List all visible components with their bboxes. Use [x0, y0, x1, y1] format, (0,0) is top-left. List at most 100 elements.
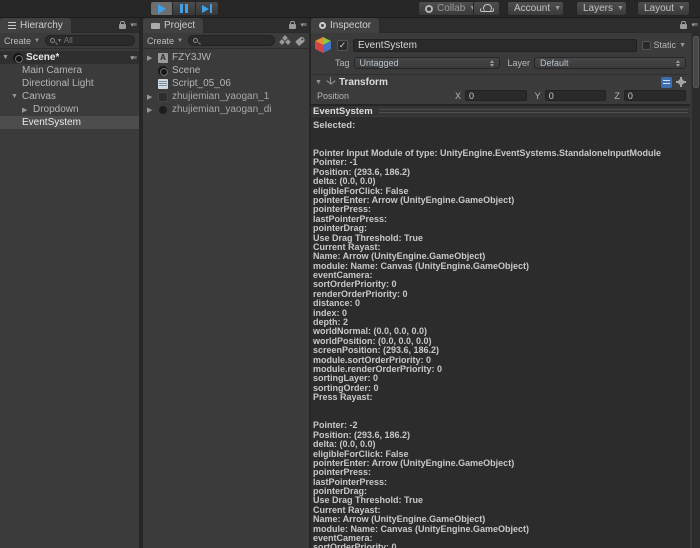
transform-foldout[interactable]: ▼ — [315, 79, 322, 86]
gear-icon[interactable] — [676, 77, 686, 87]
project-item-scene[interactable]: Scene — [143, 64, 309, 77]
item-foldout[interactable]: ▶ — [147, 93, 152, 101]
project-tree: ▶ A FZY3JW Scene Script_05_06 ▶ zhujiemi… — [143, 49, 309, 116]
panel-menu-icon[interactable]: ▾≡ — [130, 21, 136, 29]
hierarchy-toolbar: Create▼ ▼ All — [0, 33, 139, 49]
position-y-field[interactable]: 0 — [545, 90, 607, 101]
pause-button[interactable] — [173, 1, 196, 16]
create-label: Create — [147, 36, 174, 46]
tab-hierarchy[interactable]: Hierarchy — [0, 18, 71, 33]
static-dropdown-arrow[interactable]: ▼ — [679, 42, 686, 49]
active-checkbox[interactable]: ✓ — [337, 40, 348, 51]
lock-icon[interactable] — [119, 24, 126, 29]
create-dropdown-arrow: ▼ — [34, 38, 40, 44]
hierarchy-item-directional-light[interactable]: Directional Light — [0, 77, 139, 90]
item-foldout[interactable]: ▶ — [147, 106, 152, 114]
account-button[interactable]: Account ▼ — [507, 1, 564, 16]
project-tabstrip: Project ▾≡ — [143, 18, 309, 33]
item-label: FZY3JW — [172, 52, 211, 63]
divider-lines — [379, 109, 688, 113]
play-button[interactable] — [150, 1, 173, 16]
folder-icon — [151, 23, 160, 29]
debug-line: module.renderOrderPriority: 0 — [313, 365, 690, 374]
project-create-button[interactable]: Create▼ — [147, 36, 183, 46]
x-label: X — [455, 91, 461, 101]
position-x-field[interactable]: 0 — [465, 90, 527, 101]
debug-line: pointerPress: — [313, 468, 690, 477]
hierarchy-search-input[interactable]: ▼ All — [45, 35, 135, 46]
debug-line: delta: (0.0, 0.0) — [313, 177, 690, 186]
debug-line — [313, 403, 690, 412]
hierarchy-item-eventsystem[interactable]: EventSystem — [0, 116, 139, 129]
panel-menu-icon[interactable]: ▾≡ — [300, 21, 306, 29]
debug-line: index: 0 — [313, 309, 690, 318]
layer-dropdown[interactable]: Default — [534, 57, 686, 69]
hierarchy-create-button[interactable]: Create▼ — [4, 36, 40, 46]
debug-line: sortOrderPriority: 0 — [313, 543, 690, 548]
debug-line: module: Name: Canvas (UnityEngine.GameOb… — [313, 262, 690, 271]
inspector-scrollbar[interactable] — [691, 33, 700, 548]
hierarchy-item-canvas[interactable]: ▼ Canvas — [0, 90, 139, 103]
project-item-texture-1[interactable]: ▶ zhujiemian_yaogan_1 — [143, 90, 309, 103]
debug-line: pointerDrag: — [313, 224, 690, 233]
debug-line: delta: (0.0, 0.0) — [313, 440, 690, 449]
debug-line: depth: 2 — [313, 318, 690, 327]
debug-line: eligibleForClick: False — [313, 450, 690, 459]
hierarchy-item-dropdown[interactable]: ▶ Dropdown — [0, 103, 139, 116]
play-icon — [158, 4, 166, 14]
tag-layer-row: Tag Untagged Layer Default — [311, 55, 690, 72]
cloud-button[interactable] — [473, 1, 500, 16]
eventsystem-debug-body: Selected: Pointer Input Module of type: … — [311, 117, 690, 548]
transform-title: Transform — [339, 77, 388, 88]
debug-line: Pointer: -1 — [313, 158, 690, 167]
project-search-input[interactable] — [188, 35, 275, 46]
hierarchy-tab-label: Hierarchy — [20, 20, 63, 31]
tab-inspector[interactable]: Inspector — [311, 18, 379, 33]
unity-scene-icon — [13, 53, 23, 63]
panel-menu-icon[interactable]: ▾≡ — [691, 21, 697, 29]
gameobject-name-field[interactable]: EventSystem — [353, 39, 637, 52]
item-label: zhujiemian_yaogan_1 — [172, 91, 269, 102]
item-foldout[interactable]: ▶ — [147, 54, 152, 62]
debug-line: Pointer Input Module of type: UnityEngin… — [313, 149, 690, 158]
position-row: Position X 0 Y 0 Z 0 — [311, 89, 690, 104]
search-by-label-icon[interactable] — [295, 35, 306, 45]
dropdown-foldout[interactable]: ▶ — [22, 106, 27, 114]
transform-header[interactable]: ▼ Transform — [311, 74, 690, 89]
scrollbar-thumb[interactable] — [693, 36, 699, 88]
static-checkbox[interactable] — [642, 41, 651, 50]
hierarchy-item-main-camera[interactable]: Main Camera — [0, 64, 139, 77]
step-button[interactable] — [196, 1, 219, 16]
scene-menu-icon[interactable]: ▾≡ — [130, 54, 136, 62]
layout-button[interactable]: Layout ▼ — [637, 1, 690, 16]
scene-row[interactable]: ▼ Scene* ▾≡ — [0, 51, 139, 64]
item-label: Main Camera — [22, 65, 82, 76]
layout-dropdown-arrow: ▼ — [678, 5, 685, 12]
project-item-font[interactable]: ▶ A FZY3JW — [143, 51, 309, 64]
debug-line: pointerPress: — [313, 205, 690, 214]
hierarchy-tabstrip: Hierarchy ▾≡ — [0, 18, 139, 33]
layers-button[interactable]: Layers ▼ — [576, 1, 627, 16]
tab-project[interactable]: Project — [143, 18, 203, 33]
lock-icon[interactable] — [680, 24, 687, 29]
search-by-type-icon[interactable] — [280, 36, 290, 45]
item-label: EventSystem — [22, 117, 81, 128]
canvas-foldout[interactable]: ▼ — [11, 93, 18, 100]
project-item-script[interactable]: Script_05_06 — [143, 77, 309, 90]
debug-line: Use Drag Threshold: True — [313, 234, 690, 243]
inspector-tab-label: Inspector — [330, 20, 371, 31]
item-label: Script_05_06 — [172, 78, 231, 89]
position-z-field[interactable]: 0 — [624, 90, 686, 101]
eventsystem-debug-title: EventSystem — [313, 106, 373, 117]
debug-line: distance: 0 — [313, 299, 690, 308]
scene-foldout[interactable]: ▼ — [2, 54, 9, 61]
project-item-texture-2[interactable]: ▶ zhujiemian_yaogan_di — [143, 103, 309, 116]
lock-icon[interactable] — [289, 24, 296, 29]
tag-dropdown[interactable]: Untagged — [354, 57, 500, 69]
collab-icon — [425, 5, 433, 13]
project-toolbar: Create▼ — [143, 33, 309, 49]
help-icon[interactable] — [661, 77, 672, 88]
y-label: Y — [535, 91, 541, 101]
debug-line: eventCamera: — [313, 534, 690, 543]
debug-line: Current Rayast: — [313, 506, 690, 515]
